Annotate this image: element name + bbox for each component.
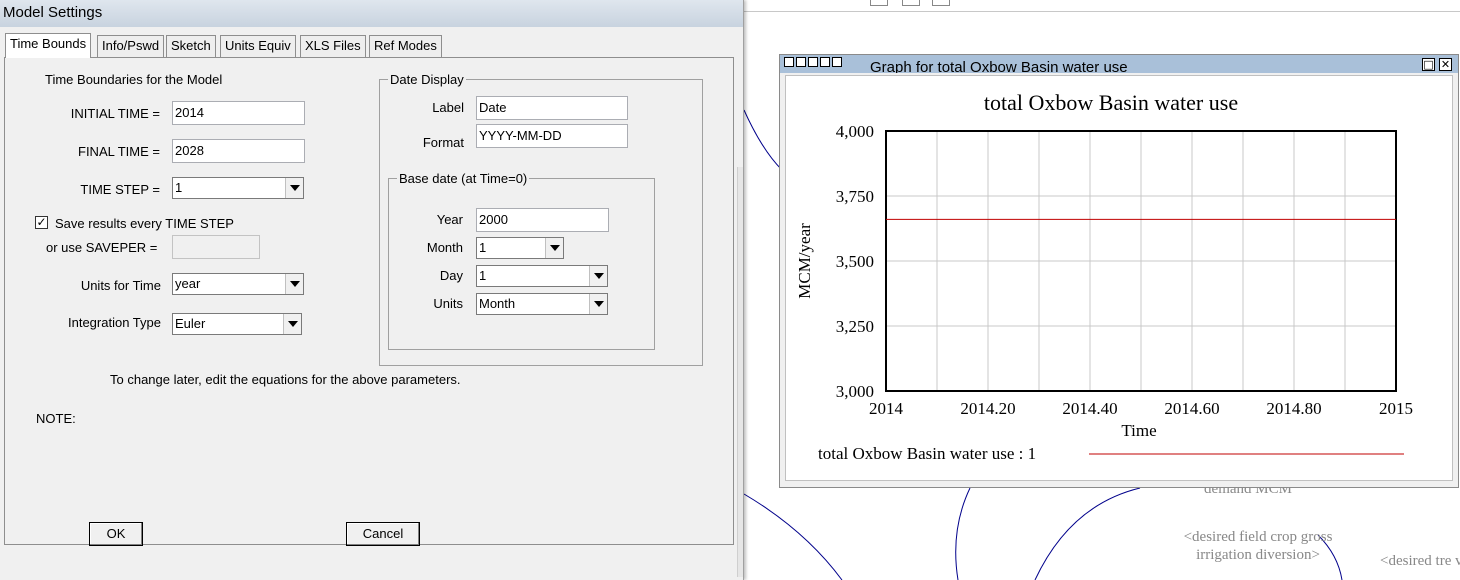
sketch-toolbar [744, 0, 1460, 12]
x-tick-label: 2014.20 [960, 399, 1015, 418]
date-format-label: Format [422, 135, 464, 150]
integration-type-value: Euler [175, 316, 206, 331]
base-month-value: 1 [479, 240, 487, 255]
integration-type-label: Integration Type [68, 315, 161, 330]
dialog-client: Time Bounds Info/Pswd Sketch Units Equiv… [0, 27, 743, 580]
saveper-input[interactable] [172, 235, 260, 259]
chevron-down-icon[interactable] [283, 314, 301, 334]
date-display-group: Date Display Label Date Format YYYY-MM-D… [379, 72, 703, 366]
lock-icon[interactable] [796, 57, 806, 67]
integration-type-select[interactable]: Euler [172, 313, 302, 335]
ok-button[interactable]: OK [89, 522, 143, 546]
x-tick-label: 2014.60 [1164, 399, 1219, 418]
x-tick-label: 2014.40 [1062, 399, 1117, 418]
units-for-time-select[interactable]: year [172, 273, 304, 295]
time-step-select[interactable]: 1 [172, 177, 304, 199]
sketch-variable[interactable]: <desired tre vine gross [1380, 552, 1460, 570]
graph-toolbar [784, 57, 844, 72]
y-tick-label: 4,000 [836, 122, 874, 141]
chevron-down-icon[interactable] [589, 294, 607, 314]
save-results-checkbox[interactable]: ✓ [35, 216, 48, 229]
change-note-text: To change later, edit the equations for … [110, 372, 461, 387]
dialog-title: Model Settings [3, 4, 103, 21]
print-icon[interactable] [808, 57, 818, 67]
sketch-arc [955, 487, 971, 580]
base-units-select[interactable]: Month [476, 293, 608, 315]
toolbar-tool-icon[interactable] [932, 0, 950, 6]
time-boundaries-heading: Time Boundaries for the Model [45, 72, 223, 87]
copy-icon[interactable] [820, 57, 830, 67]
base-units-value: Month [479, 296, 516, 311]
date-format-input[interactable]: YYYY-MM-DD [476, 124, 628, 148]
x-tick-label: 2014.80 [1266, 399, 1321, 418]
note-label: NOTE: [36, 411, 76, 426]
y-tick-label: 3,250 [836, 317, 874, 336]
base-day-select[interactable]: 1 [476, 265, 608, 287]
final-time-label: FINAL TIME = [78, 144, 160, 159]
base-day-value: 1 [479, 268, 487, 283]
chevron-down-icon[interactable] [285, 274, 303, 294]
y-tick-label: 3,500 [836, 252, 874, 271]
toolbar-tool-icon[interactable] [902, 0, 920, 6]
time-step-value: 1 [175, 180, 183, 195]
graph-title-bar[interactable]: Graph for total Oxbow Basin water use □ … [780, 55, 1458, 73]
chevron-down-icon[interactable] [589, 266, 607, 286]
time-bounds-panel: Time Boundaries for the Model INITIAL TI… [4, 57, 734, 545]
base-year-label: Year [436, 212, 463, 227]
date-display-title: Date Display [388, 72, 466, 87]
x-tick-label: 2014 [869, 399, 904, 418]
save-icon[interactable] [832, 57, 842, 67]
sketch-arc [743, 493, 843, 580]
chart: total Oxbow Basin water use3,0003,2503,5… [795, 90, 1413, 463]
graph-body: total Oxbow Basin water use 3,000 3,250 3,5… [785, 75, 1453, 481]
units-for-time-label: Units for Time [80, 278, 161, 293]
tab-ref-modes[interactable]: Ref Modes [369, 35, 442, 57]
chevron-down-icon[interactable] [285, 178, 303, 198]
close-icon[interactable]: ✕ [1439, 58, 1452, 71]
sketch-variable[interactable]: <desired field crop gross irrigation div… [1182, 528, 1334, 564]
minimize-icon[interactable] [784, 57, 794, 67]
toolbar-tool-icon[interactable] [870, 0, 888, 6]
base-units-label: Units [433, 296, 463, 311]
tab-info-pswd[interactable]: Info/Pswd [97, 35, 165, 57]
initial-time-label: INITIAL TIME = [70, 106, 160, 121]
base-date-group: Base date (at Time=0) Year 2000 Month 1 … [388, 171, 655, 350]
restore-icon[interactable]: □ [1422, 58, 1435, 71]
y-axis-label: MCM/year [795, 223, 814, 299]
units-for-time-value: year [175, 276, 201, 291]
model-settings-dialog: Model Settings Time Bounds Info/Pswd Ske… [0, 0, 744, 580]
chevron-down-icon[interactable] [545, 238, 563, 258]
time-step-label: TIME STEP = [80, 182, 160, 197]
tab-xls-files[interactable]: XLS Files [300, 35, 366, 57]
initial-time-input[interactable]: 2014 [172, 101, 305, 125]
saveper-label: or use SAVEPER = [46, 240, 158, 255]
cancel-button[interactable]: Cancel [346, 522, 420, 546]
dialog-scrollbar[interactable] [737, 167, 743, 577]
sketch-arc [1034, 487, 1141, 580]
base-day-label: Day [439, 268, 463, 283]
x-axis-label: Time [1121, 421, 1156, 440]
x-tick-label: 2015 [1379, 399, 1413, 418]
base-month-select[interactable]: 1 [476, 237, 564, 259]
graph-window-title: Graph for total Oxbow Basin water use [870, 59, 1128, 73]
chart-title: total Oxbow Basin water use [984, 90, 1238, 115]
tab-time-bounds[interactable]: Time Bounds [5, 33, 92, 58]
y-tick-label: 3,750 [836, 187, 874, 206]
tab-units-equiv[interactable]: Units Equiv [220, 35, 296, 57]
date-label-input[interactable]: Date [476, 96, 628, 120]
legend-label: total Oxbow Basin water use : 1 [818, 444, 1036, 463]
dialog-title-bar[interactable]: Model Settings [0, 0, 743, 27]
date-label-label: Label [432, 100, 464, 115]
base-month-label: Month [426, 240, 463, 255]
final-time-input[interactable]: 2028 [172, 139, 305, 163]
graph-window: Graph for total Oxbow Basin water use □ … [779, 54, 1459, 488]
tab-sketch[interactable]: Sketch [166, 35, 216, 57]
base-date-title: Base date (at Time=0) [397, 171, 530, 186]
base-year-input[interactable]: 2000 [476, 208, 609, 232]
save-results-label[interactable]: Save results every TIME STEP [55, 216, 234, 231]
sketch-arc [743, 109, 783, 171]
